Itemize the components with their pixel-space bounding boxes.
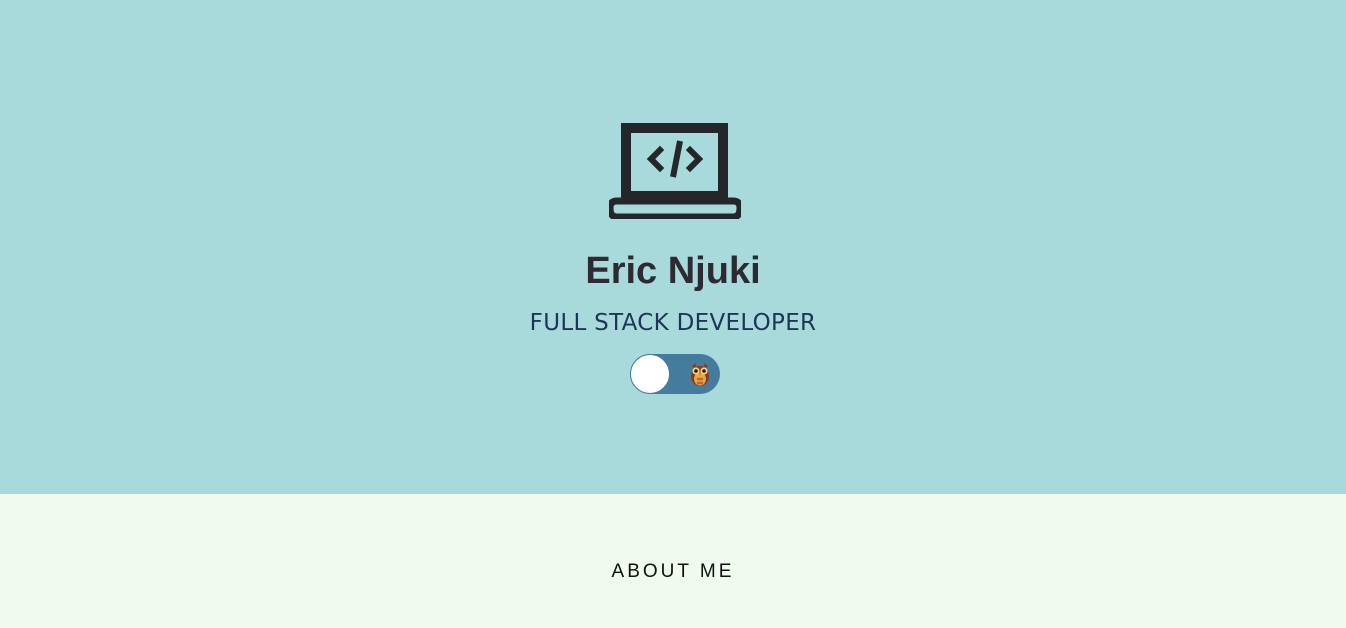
developer-role: FULL STACK DEVELOPER — [529, 310, 817, 336]
toggle-knob[interactable] — [630, 354, 670, 394]
about-section: ABOUT ME — [0, 494, 1346, 628]
developer-name: Eric Njuki — [585, 250, 761, 292]
laptop-code-icon — [609, 123, 741, 219]
owl-icon — [691, 363, 709, 386]
theme-toggle[interactable] — [630, 354, 720, 394]
hero-section: Eric Njuki FULL STACK DEVELOPER — [0, 0, 1346, 494]
about-heading: ABOUT ME — [611, 561, 735, 582]
